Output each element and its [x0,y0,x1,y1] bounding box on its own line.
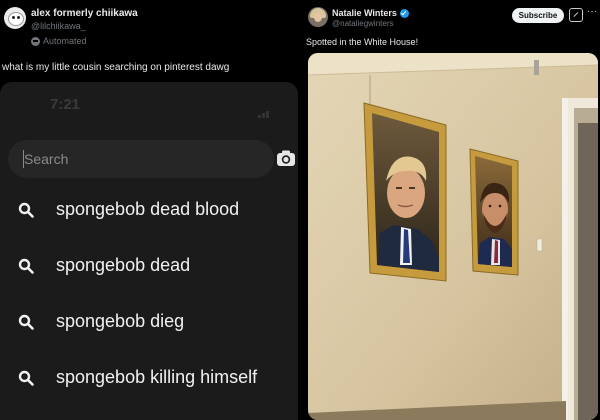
signal-icon [258,100,276,118]
left-post: alex formerly chiikawa @lilchiikawa_ Aut… [0,0,300,420]
more-icon[interactable]: ··· [587,6,597,17]
search-suggestion[interactable]: spongebob dead blood [0,190,298,230]
status-time: 7:21 [50,96,81,113]
search-suggestion[interactable]: spongebob dead [0,246,298,286]
search-icon [18,314,34,330]
suggestion-text: spongebob dead [56,255,191,275]
bot-icon [31,36,40,46]
author-name[interactable]: alex formerly chiikawa [31,8,138,19]
post-text: what is my little cousin searching on pi… [2,62,230,73]
search-icon [18,370,34,386]
search-placeholder: Search [24,151,69,167]
search-icon [18,258,34,274]
suggestion-text: spongebob dead blood [56,199,240,219]
author-name[interactable]: Natalie Winters [332,8,397,18]
search-icon [18,202,34,218]
suggestion-text: spongebob dieg [56,311,185,331]
automated-label: Automated [31,36,87,46]
search-suggestion[interactable]: spongebob dieg [0,302,298,342]
camera-icon[interactable] [276,148,296,168]
verified-badge-icon [399,8,409,18]
author-name-row[interactable]: Natalie Winters [332,8,409,18]
avatar[interactable] [308,7,328,27]
avatar[interactable] [4,7,26,29]
white-house-portraits-image [308,53,598,420]
grok-icon[interactable] [569,8,583,22]
search-suggestion[interactable]: spongebob killing himself [0,358,298,398]
suggestion-text: spongebob killing himself [56,367,258,387]
post-text: Spotted in the White House! [306,37,419,47]
author-handle[interactable]: @nataliegwinters [332,19,393,28]
embedded-screenshot[interactable]: 7:21 Search spongebob dead blood spongeb… [0,82,298,420]
automated-text: Automated [43,36,87,46]
right-post: Natalie Winters @nataliegwinters Subscri… [300,0,600,420]
post-photo[interactable] [308,53,598,420]
subscribe-button[interactable]: Subscribe [512,8,564,23]
author-handle[interactable]: @lilchiikawa_ [31,21,86,31]
